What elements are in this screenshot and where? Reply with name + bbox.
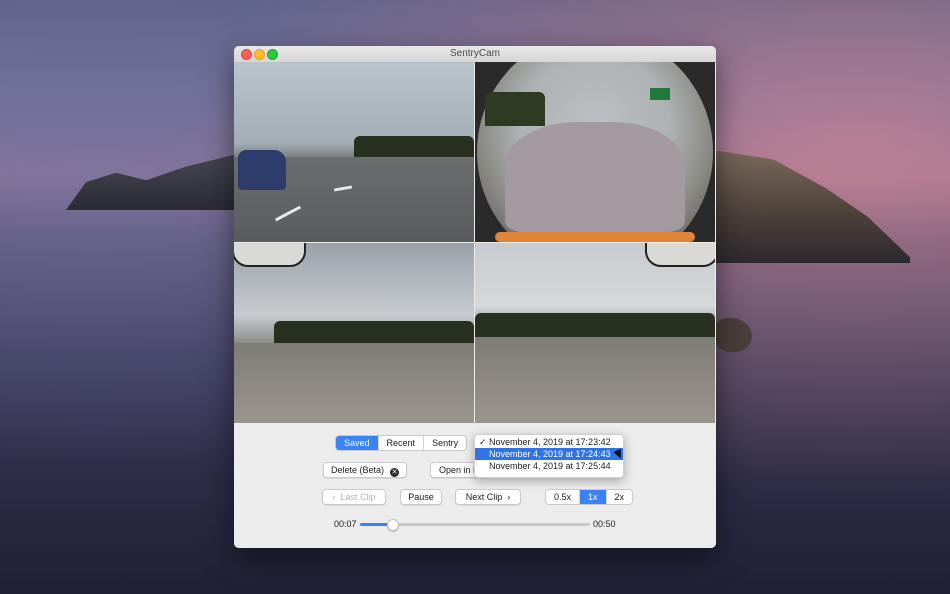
pause-button[interactable]: Pause [400, 489, 442, 505]
speed-0-5x[interactable]: 0.5x [546, 490, 581, 504]
tree-line [475, 313, 715, 337]
window-title: SentryCam [449, 48, 500, 59]
menu-item[interactable]: November 4, 2019 at 17:25:44 [475, 460, 623, 472]
title-bar: SentryCam [234, 46, 716, 63]
playback-slider-thumb[interactable] [387, 519, 400, 531]
tab-recent[interactable]: Recent [379, 436, 425, 450]
current-time: 00:07 [334, 519, 357, 529]
chevron-left-icon: ‹ [332, 492, 336, 502]
menu-item-label: November 4, 2019 at 17:23:42 [489, 437, 611, 447]
menu-item-label: November 4, 2019 at 17:25:44 [489, 461, 611, 471]
last-clip-button[interactable]: ‹ Last Clip [322, 489, 386, 505]
desktop-rock [714, 318, 752, 352]
source-segmented-control[interactable]: Saved Recent Sentry [335, 435, 468, 451]
menu-item-label: November 4, 2019 at 17:24:43 [489, 449, 611, 459]
open-button-label: Open in F [439, 465, 479, 475]
tree-line [274, 321, 474, 343]
next-clip-button[interactable]: Next Clip › [455, 489, 521, 505]
zoom-window-button[interactable] [267, 49, 278, 60]
menu-item[interactable]: ✓ November 4, 2019 at 17:23:42 [475, 436, 623, 448]
minimize-window-button[interactable] [254, 49, 265, 60]
delete-button[interactable]: Delete (Beta) ✕ [323, 462, 407, 478]
tab-sentry[interactable]: Sentry [424, 436, 466, 450]
tree-line [485, 92, 545, 126]
close-window-button[interactable] [241, 49, 252, 60]
back-camera-view [475, 62, 715, 242]
app-window: SentryCam Saved Recent Sentry Delete (Be… [234, 46, 716, 548]
clip-date-menu[interactable]: ✓ November 4, 2019 at 17:23:42 November … [474, 434, 624, 478]
total-time: 00:50 [593, 519, 616, 529]
controls-panel: Saved Recent Sentry Delete (Beta) ✕ Open … [234, 423, 716, 548]
chevron-right-icon: › [507, 492, 511, 502]
road [234, 343, 474, 423]
speed-1x[interactable]: 1x [580, 490, 607, 504]
road [475, 338, 715, 423]
next-clip-label: Next Clip [465, 492, 503, 502]
bumper-strip [495, 232, 695, 242]
mirror [234, 243, 306, 267]
speed-segmented-control[interactable]: 0.5x 1x 2x [545, 489, 634, 505]
menu-item[interactable]: November 4, 2019 at 17:24:43 [475, 448, 623, 460]
road [505, 122, 685, 232]
front-camera-view [234, 62, 474, 242]
last-clip-label: Last Clip [340, 492, 376, 502]
delete-button-label: Delete (Beta) [330, 465, 385, 475]
car [238, 150, 286, 190]
checkmark-icon: ✓ [479, 437, 487, 447]
right-camera-view [475, 243, 715, 423]
pause-label: Pause [408, 492, 434, 502]
mirror [645, 243, 715, 267]
left-camera-view [234, 243, 474, 423]
road-sign [650, 88, 670, 100]
close-circle-icon: ✕ [390, 468, 400, 477]
speed-2x[interactable]: 2x [607, 490, 633, 504]
tab-saved[interactable]: Saved [336, 436, 379, 450]
